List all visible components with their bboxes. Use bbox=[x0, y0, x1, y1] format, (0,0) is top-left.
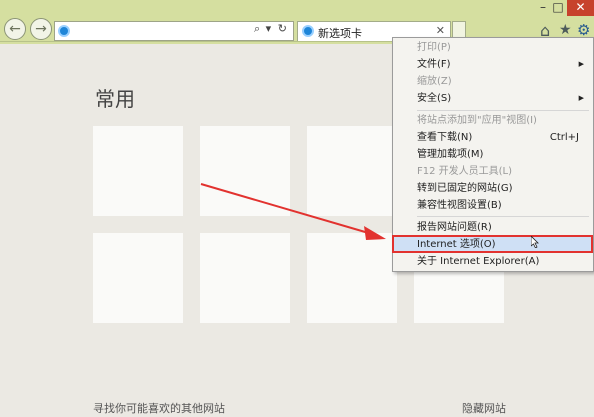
menu-item-report-problem[interactable]: 报告网站问题(R) bbox=[417, 219, 589, 236]
menu-separator bbox=[417, 110, 589, 111]
menu-item-add-to-apps: 将站点添加到"应用"视图(I) bbox=[417, 115, 537, 126]
site-tile[interactable] bbox=[200, 126, 290, 216]
menu-item-about-ie[interactable]: 关于 Internet Explorer(A) bbox=[417, 253, 589, 270]
menu-item-print: 打印(P) bbox=[417, 42, 451, 53]
shortcut-label: Ctrl+J bbox=[549, 132, 579, 143]
ie-logo-icon bbox=[58, 25, 70, 37]
site-tile[interactable] bbox=[93, 126, 183, 216]
tab-ie-icon bbox=[302, 25, 314, 37]
menu-item-f12-tools: F12 开发人员工具(L) bbox=[417, 166, 513, 177]
menu-item-file[interactable]: 文件(F) ▶ bbox=[417, 56, 589, 73]
menu-item-manage-addons[interactable]: 管理加载项(M) bbox=[417, 146, 589, 163]
site-tile[interactable] bbox=[200, 233, 290, 323]
minimize-button[interactable]: – bbox=[536, 0, 550, 16]
dropdown-icon[interactable]: ▾ bbox=[266, 22, 272, 35]
menu-separator bbox=[417, 216, 589, 217]
site-tile[interactable] bbox=[307, 126, 397, 216]
maximize-button[interactable]: □ bbox=[551, 0, 565, 16]
tab-title: 新选项卡 bbox=[318, 27, 362, 40]
tab-close-icon[interactable]: ✕ bbox=[436, 24, 445, 37]
menu-item-pinned-sites[interactable]: 转到已固定的网站(G) bbox=[417, 180, 589, 197]
back-arrow-icon: ← bbox=[9, 21, 21, 37]
find-sites-link[interactable]: 寻找你可能喜欢的其他网站 bbox=[93, 400, 225, 416]
menu-item-label: Internet 选项(O) bbox=[417, 239, 496, 250]
chevron-right-icon: ▶ bbox=[578, 94, 584, 102]
page-title: 常用 bbox=[95, 87, 135, 111]
forward-button[interactable]: → bbox=[30, 18, 52, 40]
refresh-icon[interactable]: ↻ bbox=[278, 22, 287, 35]
site-tile[interactable] bbox=[307, 233, 397, 323]
mouse-cursor-icon bbox=[531, 236, 539, 248]
close-window-button[interactable]: ✕ bbox=[567, 0, 594, 16]
back-button[interactable]: ← bbox=[4, 18, 26, 40]
hide-sites-link[interactable]: 隐藏网站 bbox=[462, 400, 506, 416]
forward-arrow-icon: → bbox=[35, 21, 47, 37]
chevron-right-icon: ▶ bbox=[578, 60, 584, 68]
address-controls: ⌕ ▾ ↻ bbox=[254, 22, 287, 36]
menu-item-zoom: 缩放(Z) bbox=[417, 76, 452, 87]
menu-item-view-downloads[interactable]: 查看下载(N) Ctrl+J bbox=[417, 129, 589, 146]
site-tile[interactable] bbox=[93, 233, 183, 323]
close-icon: ✕ bbox=[575, 0, 586, 14]
menu-item-security[interactable]: 安全(S) ▶ bbox=[417, 90, 589, 107]
menu-item-compat-view[interactable]: 兼容性视图设置(B) bbox=[417, 197, 589, 214]
search-icon[interactable]: ⌕ bbox=[254, 22, 260, 35]
favorites-icon[interactable]: ★ bbox=[559, 22, 572, 38]
